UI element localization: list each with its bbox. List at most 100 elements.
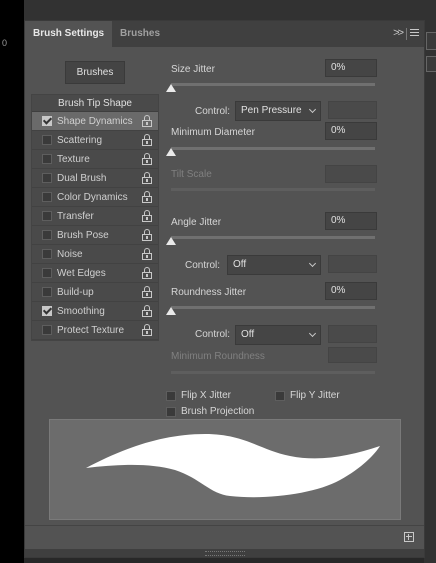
slider-thumb[interactable] [166,237,176,245]
item-label: Brush Pose [57,230,109,241]
angle-jitter-slider[interactable] [171,236,375,239]
list-item-protect-texture[interactable]: Protect Texture [32,321,158,340]
chevron-down-icon [308,329,317,338]
list-item-smoothing[interactable]: Smoothing [32,302,158,321]
brush-settings-panel: Brush Settings Brushes >> Brushes Brush … [24,20,425,558]
ruler-mark: 0 [2,38,8,48]
list-item-dual-brush[interactable]: Dual Brush [32,169,158,188]
checkbox[interactable] [42,173,52,183]
roundness-control-dropdown[interactable]: Off [235,325,321,345]
item-label: Build-up [57,287,94,298]
size-jitter-field[interactable]: 0% [325,59,377,77]
checkbox[interactable] [42,192,52,202]
min-roundness-label: Minimum Roundness [171,351,265,362]
slider-thumb[interactable] [166,307,176,315]
lock-icon[interactable] [142,286,152,298]
item-label: Shape Dynamics [57,116,133,127]
tab-brushes[interactable]: Brushes [112,21,168,47]
brush-stroke-preview [49,419,401,520]
min-diameter-label: Minimum Diameter [171,127,255,138]
item-label: Scattering [57,135,103,146]
slider-thumb[interactable] [166,148,176,156]
list-item-wet-edges[interactable]: Wet Edges [32,264,158,283]
checkbox[interactable] [42,249,52,259]
angle-jitter-label: Angle Jitter [171,217,222,228]
checkbox[interactable] [42,268,52,278]
dropdown-value: Off [241,329,255,340]
panel-tab-bar: Brush Settings Brushes >> [25,21,424,47]
checkbox[interactable] [275,391,285,401]
app-top-bar [0,0,436,20]
lock-icon[interactable] [142,191,152,203]
lock-icon[interactable] [142,324,152,336]
collapse-icon[interactable]: >> [393,27,404,39]
checkbox[interactable] [42,306,52,316]
dropdown-value: Pen Pressure [241,105,302,116]
checkbox[interactable] [42,135,52,145]
lock-icon[interactable] [142,210,152,222]
roundness-jitter-field[interactable]: 0% [325,282,377,300]
control-label: Control: [195,329,231,340]
brush-stroke-shape [86,434,380,498]
checkbox[interactable] [42,154,52,164]
checkbox[interactable] [42,116,52,126]
list-item-scattering[interactable]: Scattering [32,131,158,150]
toolbar-button[interactable] [426,32,436,50]
angle-control-dropdown[interactable]: Off [227,255,321,275]
size-control-dropdown[interactable]: Pen Pressure [235,101,321,121]
slider-thumb[interactable] [166,84,176,92]
flip-y-jitter-option[interactable]: Flip Y Jitter [275,389,355,403]
lock-icon[interactable] [142,229,152,241]
checkbox[interactable] [166,391,176,401]
lock-icon[interactable] [142,172,152,184]
lock-icon[interactable] [142,305,152,317]
lock-icon[interactable] [142,115,152,127]
checkbox[interactable] [42,325,52,335]
tab-brush-settings[interactable]: Brush Settings [25,21,113,47]
new-brush-preset-icon[interactable] [404,532,414,542]
item-label: Transfer [57,211,94,222]
lock-icon[interactable] [142,248,152,260]
checkbox[interactable] [42,230,52,240]
list-item-brush-pose[interactable]: Brush Pose [32,226,158,245]
flip-x-jitter-option[interactable]: Flip X Jitter [166,389,246,403]
min-diameter-field[interactable]: 0% [325,122,377,140]
panel-menu-icon[interactable] [410,29,419,38]
brush-projection-option[interactable]: Brush Projection [166,405,266,419]
panel-footer [25,525,424,549]
dropdown-value: Off [233,259,247,270]
item-label: Protect Texture [57,325,125,336]
angle-jitter-field[interactable]: 0% [325,212,377,230]
checkbox[interactable] [42,287,52,297]
tilt-scale-label: Tilt Scale [171,169,212,180]
list-item-transfer[interactable]: Transfer [32,207,158,226]
option-label: Flip Y Jitter [290,390,340,401]
right-toolbar [424,0,436,563]
lock-icon[interactable] [142,134,152,146]
size-jitter-label: Size Jitter [171,64,215,75]
brush-tip-shape-item[interactable]: Brush Tip Shape [32,95,158,112]
min-diameter-slider[interactable] [171,147,375,150]
checkbox[interactable] [166,407,176,417]
roundness-control-field [328,325,377,343]
brushes-button[interactable]: Brushes [65,61,125,84]
brush-options-list: Brush Tip Shape Shape Dynamics Scatterin… [31,94,159,341]
item-label: Wet Edges [57,268,106,279]
lock-icon[interactable] [142,267,152,279]
checkbox[interactable] [42,211,52,221]
roundness-jitter-slider[interactable] [171,306,375,309]
toolbar-button[interactable] [426,56,436,72]
list-item-build-up[interactable]: Build-up [32,283,158,302]
min-roundness-field [328,347,377,363]
list-item-shape-dynamics[interactable]: Shape Dynamics [32,112,158,131]
list-item-color-dynamics[interactable]: Color Dynamics [32,188,158,207]
list-item-texture[interactable]: Texture [32,150,158,169]
size-control-field [328,101,377,119]
size-jitter-slider[interactable] [171,83,375,86]
chevron-down-icon [308,105,317,114]
panel-resize-grip[interactable] [25,549,424,557]
list-item-noise[interactable]: Noise [32,245,158,264]
lock-icon[interactable] [142,153,152,165]
roundness-jitter-label: Roundness Jitter [171,287,247,298]
option-label: Brush Projection [181,406,255,417]
